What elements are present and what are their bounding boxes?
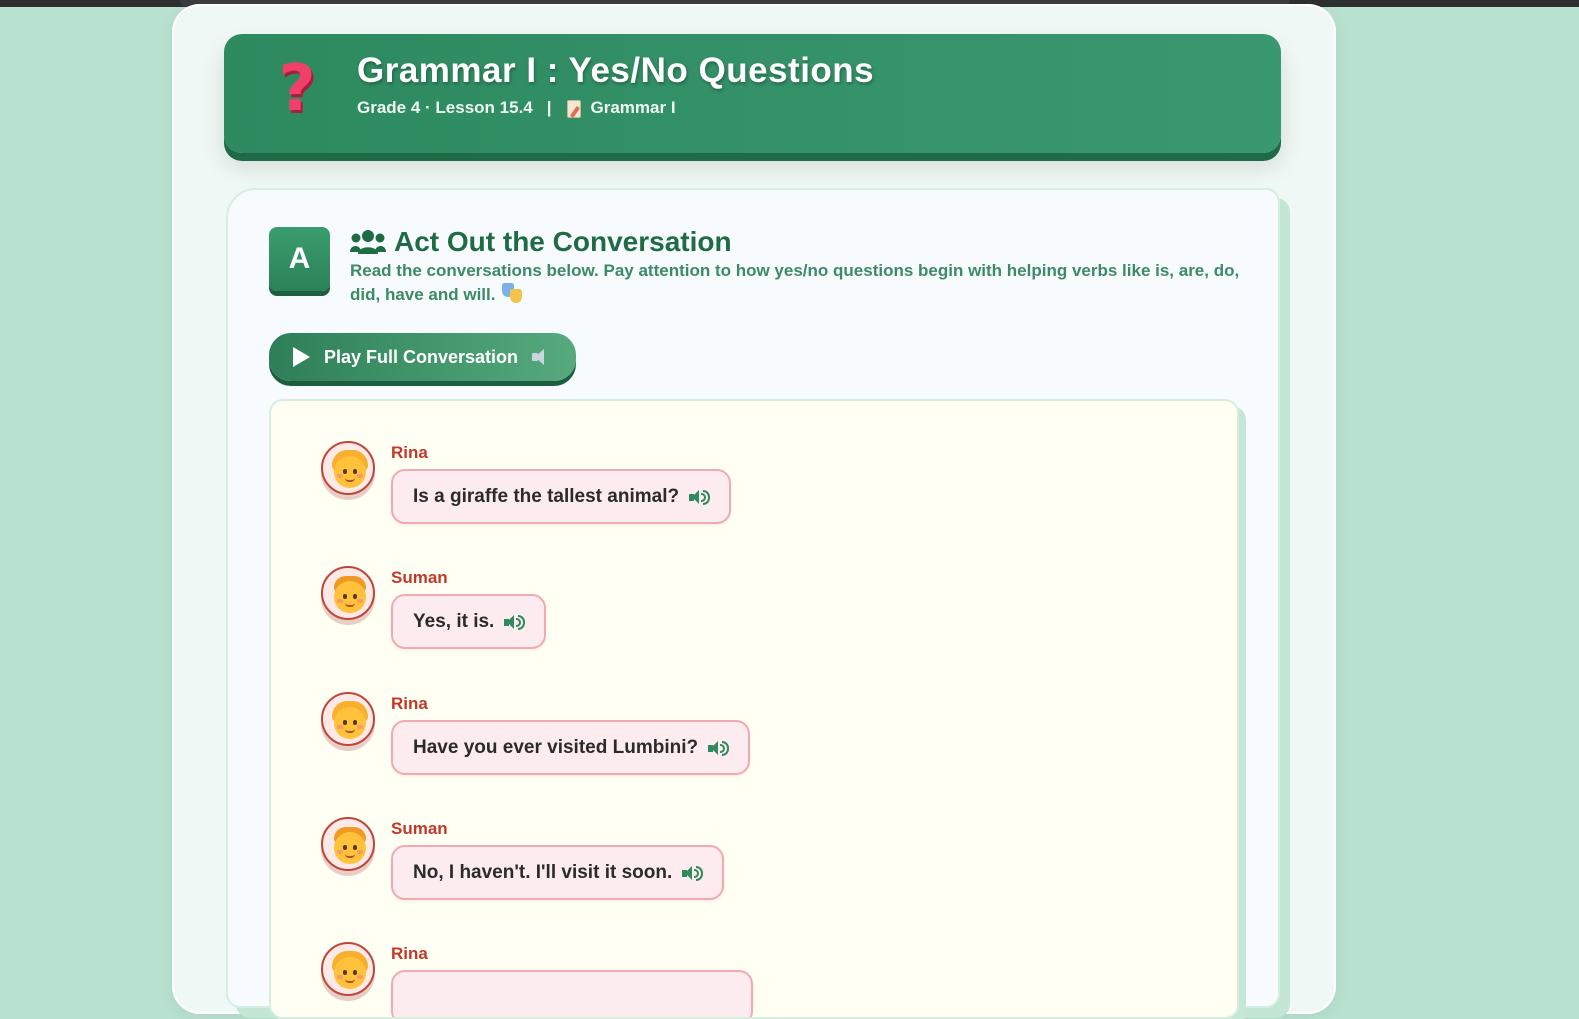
speaker-name: Rina bbox=[391, 443, 428, 462]
avatar-girl bbox=[321, 692, 375, 746]
theater-masks-icon bbox=[502, 283, 523, 303]
avatar-boy bbox=[321, 566, 375, 620]
speaker-icon bbox=[532, 349, 550, 365]
category-label: Grammar I bbox=[590, 98, 676, 117]
play-button-label: Play Full Conversation bbox=[324, 346, 519, 367]
document-icon bbox=[566, 99, 581, 118]
speech-bubble: Is a giraffe the tallest animal? bbox=[391, 469, 732, 524]
play-audio-icon[interactable] bbox=[708, 740, 730, 756]
lesson-meta: Grade 4 · Lesson 15.4 | Grammar I bbox=[357, 98, 676, 118]
question-mark-icon: ? bbox=[278, 52, 316, 126]
speech-text: Have you ever visited Lumbini? bbox=[413, 736, 699, 758]
conversation-panel: Rina Is a giraffe the tallest animal? Su… bbox=[269, 399, 1239, 1019]
play-audio-icon[interactable] bbox=[689, 489, 711, 505]
speaker-name: Rina bbox=[391, 694, 428, 713]
avatar-girl bbox=[321, 942, 375, 996]
speech-bubble: No, I haven't. I'll visit it soon. bbox=[391, 845, 725, 900]
speech-text: No, I haven't. I'll visit it soon. bbox=[413, 861, 673, 883]
section-header: Act Out the Conversation bbox=[350, 224, 732, 260]
section-badge: A bbox=[269, 227, 330, 291]
grade-lesson-label: Grade 4 · Lesson 15.4 bbox=[357, 98, 533, 117]
speech-text: Is a giraffe the tallest animal? bbox=[413, 485, 680, 507]
lesson-title: Grammar I : Yes/No Questions bbox=[357, 51, 875, 90]
section-description-block: Read the conversations below. Pay attent… bbox=[350, 259, 1250, 307]
users-icon bbox=[350, 230, 386, 254]
speech-text: Yes, it is. bbox=[413, 610, 495, 632]
play-audio-icon[interactable] bbox=[504, 614, 526, 630]
meta-separator: | bbox=[546, 98, 552, 117]
activity-card: A Act Out the Conversation Read the conv… bbox=[226, 188, 1280, 1019]
play-audio-icon[interactable] bbox=[682, 865, 704, 881]
speaker-name: Rina bbox=[391, 944, 428, 963]
lesson-header: ? Grammar I : Yes/No Questions Grade 4 ·… bbox=[224, 34, 1281, 153]
speaker-name: Suman bbox=[391, 819, 448, 838]
play-icon bbox=[293, 347, 310, 367]
avatar-girl bbox=[321, 441, 375, 495]
speech-bubble: Yes, it is. bbox=[391, 594, 547, 649]
section-title: Act Out the Conversation bbox=[394, 226, 732, 257]
speaker-name: Suman bbox=[391, 568, 448, 587]
speech-bubble bbox=[391, 970, 753, 1017]
speech-bubble: Have you ever visited Lumbini? bbox=[391, 720, 751, 775]
play-full-conversation-button[interactable]: Play Full Conversation bbox=[269, 333, 576, 381]
section-description: Read the conversations below. Pay attent… bbox=[350, 261, 1240, 304]
avatar-boy bbox=[321, 817, 375, 871]
